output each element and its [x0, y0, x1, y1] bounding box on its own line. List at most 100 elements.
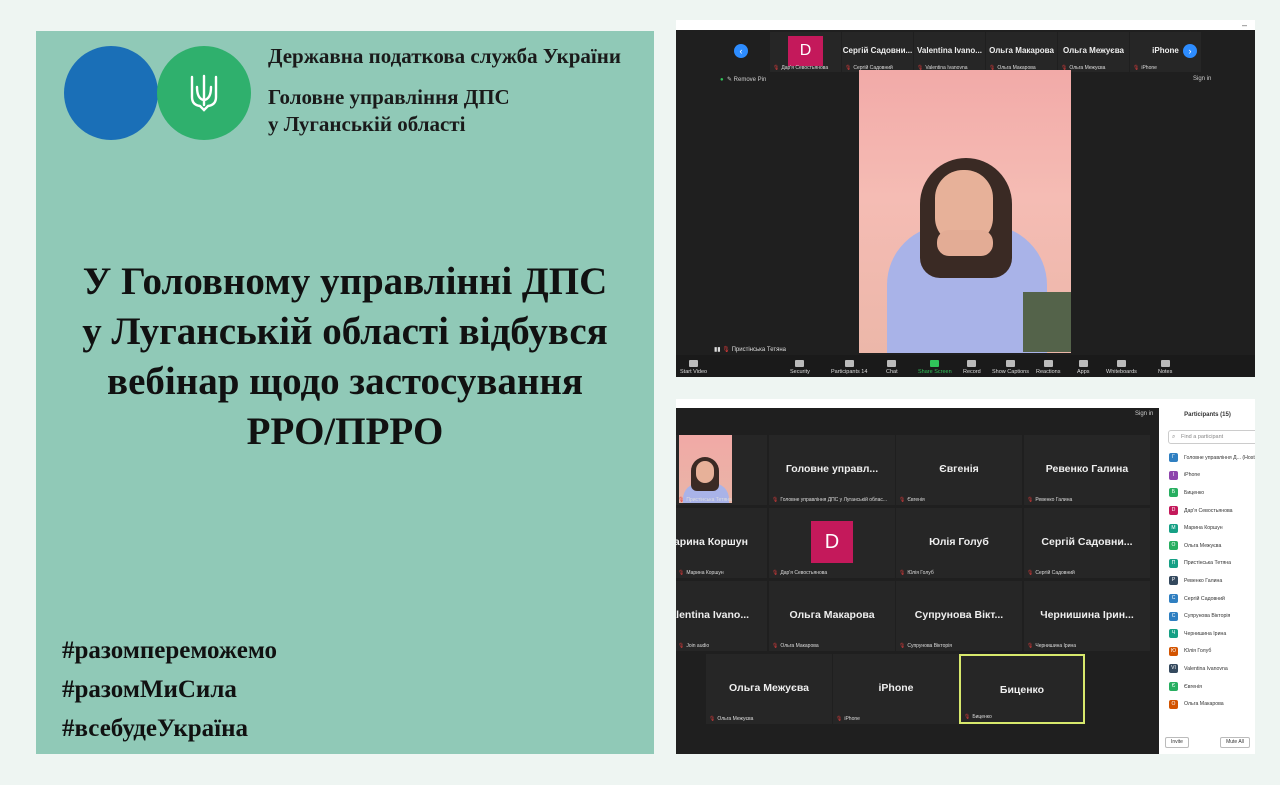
chat-button[interactable]: Chat [886, 360, 898, 375]
speaker-name-label: ▮▮ 🎙 Пристінська Тетяна [714, 346, 786, 353]
participant-tile[interactable]: Сергій Садовни... 🎙 Сергій Садовний [1024, 508, 1150, 578]
invite-button[interactable]: Invite [1165, 737, 1189, 748]
participant-list-item[interactable]: D Дар'я Севостьянова [1169, 502, 1255, 520]
mic-muted-icon: 🎙 [772, 497, 779, 503]
notes-button[interactable]: Notes [1158, 360, 1172, 375]
mic-muted-icon: 🎙 [678, 643, 685, 649]
participant-name: Чернишина Ірина [1184, 630, 1227, 637]
participant-list-item[interactable]: Б Биценко [1169, 484, 1255, 502]
participant-list-item[interactable]: С Супрунова Вікторія [1169, 607, 1255, 625]
participant-list-item[interactable]: М Марина Коршун [1169, 519, 1255, 537]
search-icon: ⌕ [1172, 434, 1176, 440]
org-department-line2: у Луганській області [268, 112, 466, 136]
participant-tile[interactable]: Ольга Межуєва 🎙 Ольга Межуєва [706, 654, 832, 724]
participant-tile[interactable]: Марина Коршун🎙Марина Коршун [676, 508, 767, 578]
thumbnail-label: 🎙 iPhone [1133, 65, 1157, 71]
tile-label-text: Чернишина Ірина [1035, 643, 1077, 649]
participant-tile[interactable]: iPhone 🎙 iPhone [833, 654, 959, 724]
participant-list-item[interactable]: С Сергій Садовний [1169, 590, 1255, 608]
mic-muted-icon: 🎙 [899, 570, 906, 576]
zoom-gallery-view-screenshot: Sign in 🎙 Пристінська Тетяна Головне управ… [676, 399, 1255, 754]
participant-list-item[interactable]: О Ольга Макарова [1169, 695, 1255, 713]
participant-tile[interactable]: Ольга Макарова 🎙 Ольга Макарова [769, 581, 895, 651]
thumbnail-strip: D 🎙 Дар'я Севостьянова Сергій Садовни... 🎙 Се… [770, 32, 1202, 72]
sign-in-link[interactable]: Sign in [1135, 411, 1153, 417]
strip-prev-arrow-icon[interactable]: ‹ [734, 44, 748, 58]
headline-line1: У Головному управлінні ДПС [82, 260, 608, 303]
participant-tile[interactable]: Valentina Ivano... 🎙Join audio [676, 581, 767, 651]
participant-tile[interactable]: Биценко 🎙 Биценко [959, 654, 1085, 724]
participant-tile[interactable]: Юлія Голуб 🎙 Юлія Голуб [896, 508, 1022, 578]
participant-tile[interactable]: Головне управл... 🎙 Головне управління ДПС… [769, 435, 895, 505]
participant-avatar: О [1169, 541, 1178, 551]
hashtag-3: #всебудеУкраїна [62, 715, 248, 742]
tile-label: 🎙 Сергій Садовний [1027, 570, 1075, 576]
participant-list-item[interactable]: Р Ревенко Галина [1169, 572, 1255, 590]
participant-name: Сергій Садовний [1184, 595, 1225, 602]
tile-label-text: Дар'я Севостьянова [780, 570, 828, 576]
participant-tile[interactable]: Чернишина Ірин... 🎙 Чернишина Ірина [1024, 581, 1150, 651]
participant-list-item[interactable]: П Пристінська Тетяна [1169, 555, 1255, 573]
share-screen-button[interactable]: Share Screen [918, 360, 952, 375]
participant-tile[interactable]: 🎙 Пристінська Тетяна [676, 435, 767, 505]
thumbnail-tile[interactable]: Ольга Межуєва 🎙 Ольга Межуєва [1058, 32, 1129, 72]
participant-name: Ольга Макарова [1184, 701, 1224, 708]
participant-name: Супрунова Вікторія [1184, 613, 1231, 620]
participants-count-badge: 14 [861, 369, 868, 375]
participant-name: Ольга Межуєва [1184, 542, 1222, 549]
participant-avatar: VI [1169, 664, 1178, 674]
reactions-button[interactable]: Reactions [1036, 360, 1060, 375]
strip-next-arrow-icon[interactable]: › [1183, 44, 1197, 58]
mic-muted-icon: 🎙 [1027, 497, 1034, 503]
mic-muted-icon: 🎙 [845, 65, 852, 71]
video-face [696, 461, 714, 483]
thumbnail-tile[interactable]: Valentina Ivano... 🎙 Valentina Ivanovna [914, 32, 985, 72]
mic-muted-icon: 🎙 [964, 714, 971, 720]
participant-tile[interactable]: Євгенія 🎙 Євгенія [896, 435, 1022, 505]
thumbnail-tile[interactable]: D 🎙 Дар'я Севостьянова [770, 32, 841, 72]
participant-search-input[interactable]: ⌕ Find a participant [1168, 430, 1255, 444]
show-captions-button[interactable]: Show Captions [992, 360, 1029, 375]
thumbnail-name: Valentina Ivano... [917, 46, 982, 55]
security-button[interactable]: Security [790, 360, 810, 375]
participants-button[interactable]: Participants 14 [831, 360, 867, 375]
mic-muted-icon: 🎙 [899, 643, 906, 649]
captions-icon [1006, 360, 1015, 367]
thumbnail-tile[interactable]: Сергій Садовни... 🎙 Сергій Садовний [842, 32, 913, 72]
participant-list-item[interactable]: Ю Юлія Голуб [1169, 643, 1255, 661]
security-label: Security [790, 369, 810, 375]
whiteboards-button[interactable]: Whiteboards [1106, 360, 1137, 375]
mute-all-button[interactable]: Mute All [1220, 737, 1250, 748]
logo-blue-circle [64, 46, 158, 140]
start-video-button[interactable]: Start Video [680, 360, 707, 375]
participant-list-item[interactable]: Є Євгенія [1169, 678, 1255, 696]
headline-line3: вебінар щодо застосування [107, 360, 583, 403]
participant-name: Головне управління Д... (Host, me) [1184, 454, 1255, 461]
apps-button[interactable]: Apps [1077, 360, 1090, 375]
participant-list-item[interactable]: О Ольга Межуєва [1169, 537, 1255, 555]
participant-name: Євгенія [1184, 683, 1202, 690]
minimize-icon[interactable]: – [1242, 20, 1247, 30]
meeting-toolbar: Start Video Security Participants 14 Cha… [676, 355, 1255, 377]
participant-list-item[interactable]: Г Головне управління Д... (Host, me) [1169, 449, 1255, 467]
sign-in-link[interactable]: Sign in [1193, 76, 1211, 82]
participant-tile[interactable]: D 🎙 Дар'я Севостьянова [769, 508, 895, 578]
participant-list-item[interactable]: VI Valentina Ivanovna [1169, 660, 1255, 678]
participant-tile[interactable]: Супрунова Вікт... 🎙 Супрунова Вікторія [896, 581, 1022, 651]
participant-avatar: Є [1169, 682, 1178, 692]
participant-avatar: Ю [1169, 646, 1178, 656]
participant-avatar: Г [1169, 453, 1178, 463]
desk-object [1023, 292, 1071, 352]
thumbnail-tile[interactable]: Ольга Макарова 🎙 Ольга Макарова [986, 32, 1057, 72]
reactions-label: Reactions [1036, 369, 1061, 375]
speaker-name: Пристінська Тетяна [731, 347, 786, 353]
thumbnail-name: Ольга Межуєва [1063, 46, 1124, 55]
signal-icon: ▮▮ [714, 347, 721, 353]
record-button[interactable]: Record [963, 360, 981, 375]
pin-icon: ✎ [726, 77, 732, 83]
participant-list-item[interactable]: Ч Чернишина Ірина [1169, 625, 1255, 643]
tile-label-text: Join audio [686, 643, 710, 649]
participant-list-item[interactable]: IiPhone [1169, 467, 1255, 485]
remove-pin-button[interactable]: ● ✎ Remove Pin [720, 76, 766, 83]
participant-tile[interactable]: Ревенко Галина 🎙 Ревенко Галина [1024, 435, 1150, 505]
